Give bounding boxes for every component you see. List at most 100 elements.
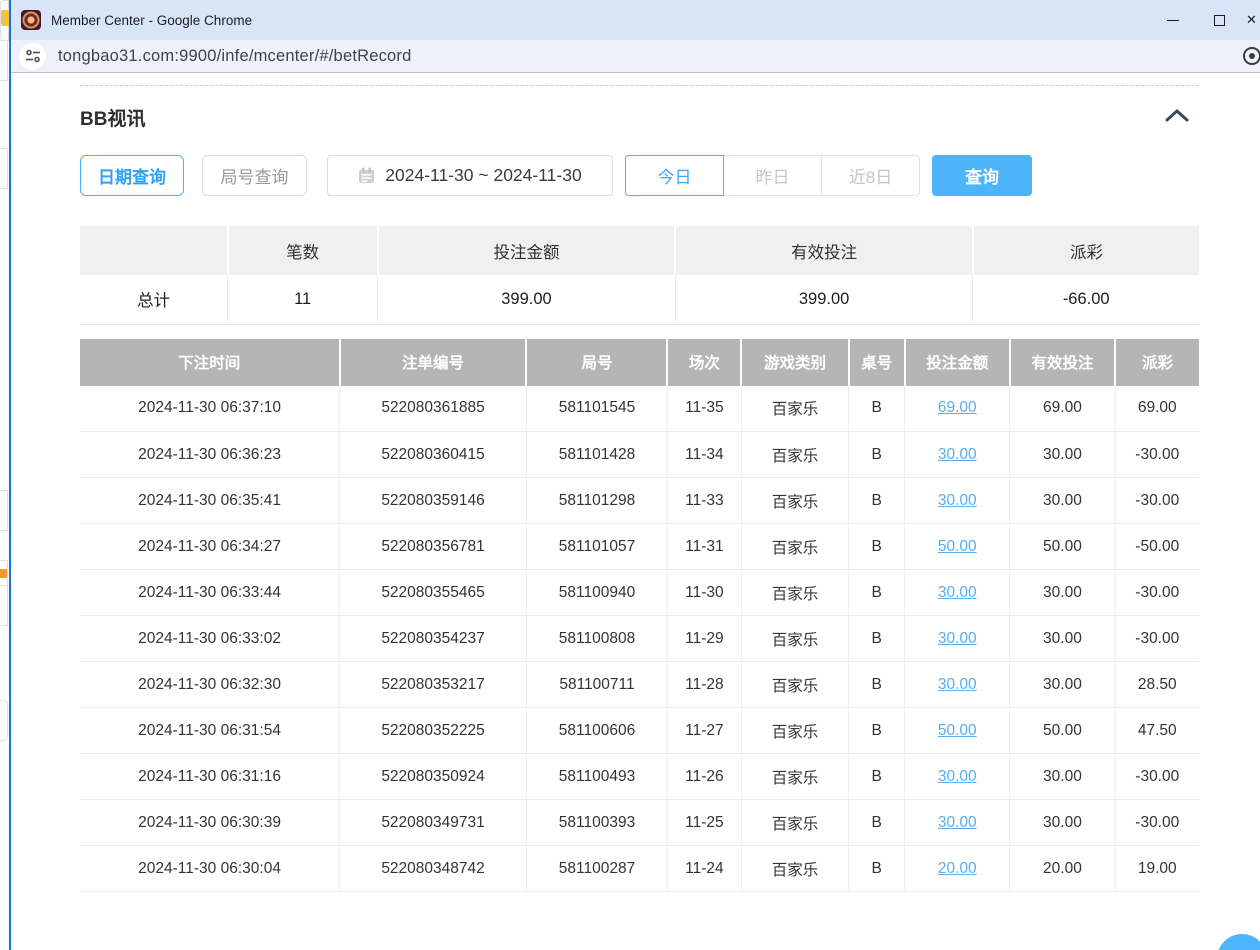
panel-title: BB视讯	[80, 104, 145, 131]
date-query-tab[interactable]: 日期查询	[80, 155, 184, 196]
game-type: 百家乐	[741, 386, 848, 432]
bet-amount: 30.00	[905, 432, 1010, 478]
bet-amount: 50.00	[905, 708, 1010, 754]
header-order-number: 注单编号	[340, 339, 527, 386]
header-round-number: 局号	[526, 339, 667, 386]
bet-time: 2024-11-30 06:33:44	[80, 570, 340, 616]
session: 11-33	[667, 478, 741, 524]
header-session: 场次	[667, 339, 741, 386]
order-number: 522080360415	[340, 432, 527, 478]
valid-bet: 50.00	[1010, 524, 1115, 570]
round-number: 581101545	[526, 386, 667, 432]
bet-amount-link[interactable]: 30.00	[938, 768, 977, 785]
table-number: B	[849, 524, 905, 570]
valid-bet: 30.00	[1010, 616, 1115, 662]
filter-toolbar: 日期查询 局号查询 2024-11-30 ~ 2024-11-30 今日	[80, 155, 1199, 196]
bet-amount: 50.00	[905, 524, 1010, 570]
session: 11-25	[667, 800, 741, 846]
session: 11-31	[667, 524, 741, 570]
bet-amount: 30.00	[905, 800, 1010, 846]
site-settings-icon[interactable]	[19, 43, 46, 70]
browser-window: Member Center - Google Chrome ✕ tongbao3…	[9, 0, 1260, 950]
order-number: 522080355465	[340, 570, 527, 616]
payout: -30.00	[1115, 432, 1199, 478]
payout: -30.00	[1115, 754, 1199, 800]
summary-header-row: 笔数 投注金额 有效投注 派彩	[80, 226, 1199, 275]
game-type: 百家乐	[741, 478, 848, 524]
bet-time: 2024-11-30 06:30:04	[80, 846, 340, 892]
window-titlebar: Member Center - Google Chrome ✕	[11, 0, 1260, 40]
bet-amount-link[interactable]: 30.00	[938, 630, 977, 647]
date-range-input[interactable]: 2024-11-30 ~ 2024-11-30	[327, 155, 613, 196]
round-query-tab[interactable]: 局号查询	[202, 155, 307, 196]
session: 11-24	[667, 846, 741, 892]
screen: 强 Member Center - Google Chrome ✕	[0, 0, 1260, 950]
payout: -30.00	[1115, 800, 1199, 846]
bet-time: 2024-11-30 06:37:10	[80, 386, 340, 432]
page-content: BB视讯 日期查询 局号查询	[11, 85, 1260, 950]
game-type: 百家乐	[741, 846, 848, 892]
bet-amount: 30.00	[905, 570, 1010, 616]
background-window-toolbar: 强	[0, 40, 8, 81]
table-row: 2024-11-30 06:31:16522080350924581100493…	[80, 754, 1199, 800]
form-pencil-icon	[1229, 946, 1255, 950]
table-row: 2024-11-30 06:33:02522080354237581100808…	[80, 616, 1199, 662]
payout: 19.00	[1115, 846, 1199, 892]
session: 11-34	[667, 432, 741, 478]
yesterday-button[interactable]: 昨日	[723, 155, 822, 196]
minimize-button[interactable]	[1150, 0, 1196, 40]
maximize-icon	[1214, 15, 1225, 26]
payout: -30.00	[1115, 616, 1199, 662]
today-button[interactable]: 今日	[625, 155, 724, 196]
round-number: 581100711	[526, 662, 667, 708]
table-number: B	[849, 570, 905, 616]
bet-amount-link[interactable]: 30.00	[938, 676, 977, 693]
bet-amount-link[interactable]: 30.00	[938, 492, 977, 509]
bet-time: 2024-11-30 06:31:54	[80, 708, 340, 754]
valid-bet: 30.00	[1010, 570, 1115, 616]
bet-amount-link[interactable]: 69.00	[938, 399, 977, 416]
order-number: 522080352225	[340, 708, 527, 754]
folder-icon	[1, 10, 9, 26]
last8days-button[interactable]: 近8日	[821, 155, 920, 196]
table-number: B	[849, 432, 905, 478]
payout: 47.50	[1115, 708, 1199, 754]
round-number: 581100393	[526, 800, 667, 846]
bet-amount-link[interactable]: 20.00	[938, 860, 977, 877]
url-bar: tongbao31.com:9900/infe/mcenter/#/betRec…	[11, 40, 1260, 73]
feedback-button[interactable]	[1217, 934, 1260, 950]
bet-amount-link[interactable]: 50.00	[938, 538, 977, 555]
search-button[interactable]: 查询	[932, 155, 1032, 196]
table-number: B	[849, 708, 905, 754]
bet-amount-link[interactable]: 50.00	[938, 722, 977, 739]
bet-table-header-row: 下注时间 注单编号 局号 场次 游戏类别 桌号 投注金额 有效投注 派彩	[80, 339, 1199, 386]
payout: -30.00	[1115, 478, 1199, 524]
summary-valid-bet: 399.00	[675, 275, 973, 324]
game-type: 百家乐	[741, 754, 848, 800]
summary-header-bet-amount: 投注金额	[378, 226, 676, 275]
bet-time: 2024-11-30 06:33:02	[80, 616, 340, 662]
bet-amount-link[interactable]: 30.00	[938, 584, 977, 601]
maximize-button[interactable]	[1196, 0, 1242, 40]
url-text[interactable]: tongbao31.com:9900/infe/mcenter/#/betRec…	[58, 47, 412, 66]
bet-amount-link[interactable]: 30.00	[938, 814, 977, 831]
valid-bet: 30.00	[1010, 662, 1115, 708]
payout: -30.00	[1115, 570, 1199, 616]
record-target-icon[interactable]	[1240, 44, 1260, 73]
valid-bet: 69.00	[1010, 386, 1115, 432]
bet-amount-link[interactable]: 30.00	[938, 446, 977, 463]
close-button[interactable]: ✕	[1242, 0, 1260, 40]
bet-amount: 30.00	[905, 754, 1010, 800]
summary-header-payout: 派彩	[973, 226, 1199, 275]
valid-bet: 30.00	[1010, 478, 1115, 524]
target-icon	[1240, 44, 1260, 68]
session: 11-35	[667, 386, 741, 432]
section-divider	[80, 85, 1199, 86]
chevron-up-icon[interactable]	[1163, 107, 1191, 128]
summary-table: 笔数 投注金额 有效投注 派彩 总计 11 399.00 399.00 -66.…	[80, 226, 1199, 325]
table-row: 2024-11-30 06:32:30522080353217581100711…	[80, 662, 1199, 708]
valid-bet: 30.00	[1010, 800, 1115, 846]
site-favicon-icon	[21, 10, 41, 30]
game-type: 百家乐	[741, 616, 848, 662]
background-window-strip: 强	[0, 0, 9, 950]
